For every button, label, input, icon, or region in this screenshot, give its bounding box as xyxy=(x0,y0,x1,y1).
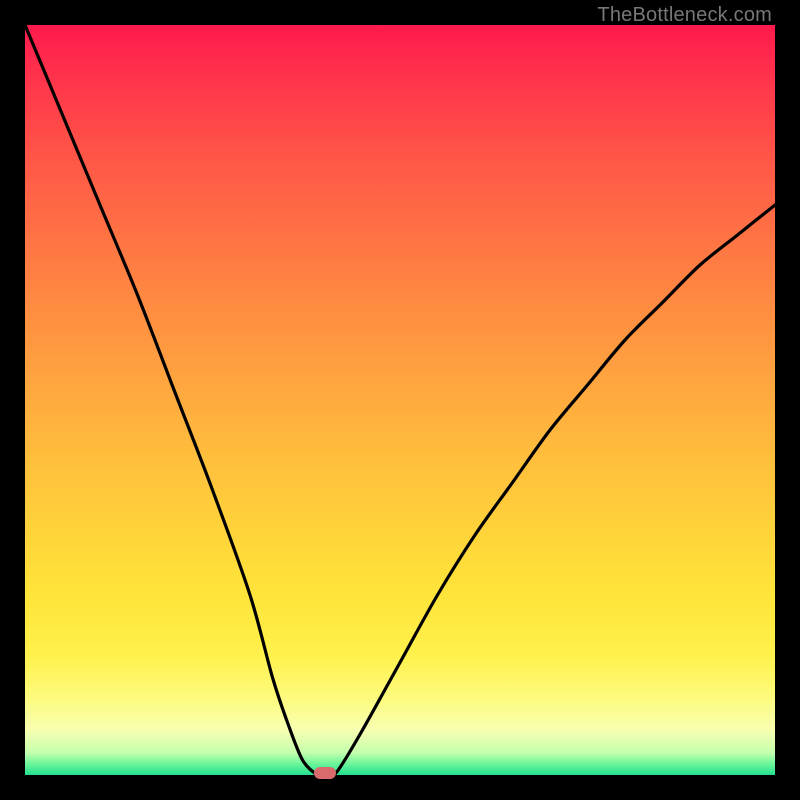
watermark-text: TheBottleneck.com xyxy=(597,4,772,27)
chart-frame: TheBottleneck.com xyxy=(0,0,800,800)
optimal-marker xyxy=(314,767,336,779)
bottleneck-curve xyxy=(25,25,775,775)
plot-area xyxy=(25,25,775,775)
